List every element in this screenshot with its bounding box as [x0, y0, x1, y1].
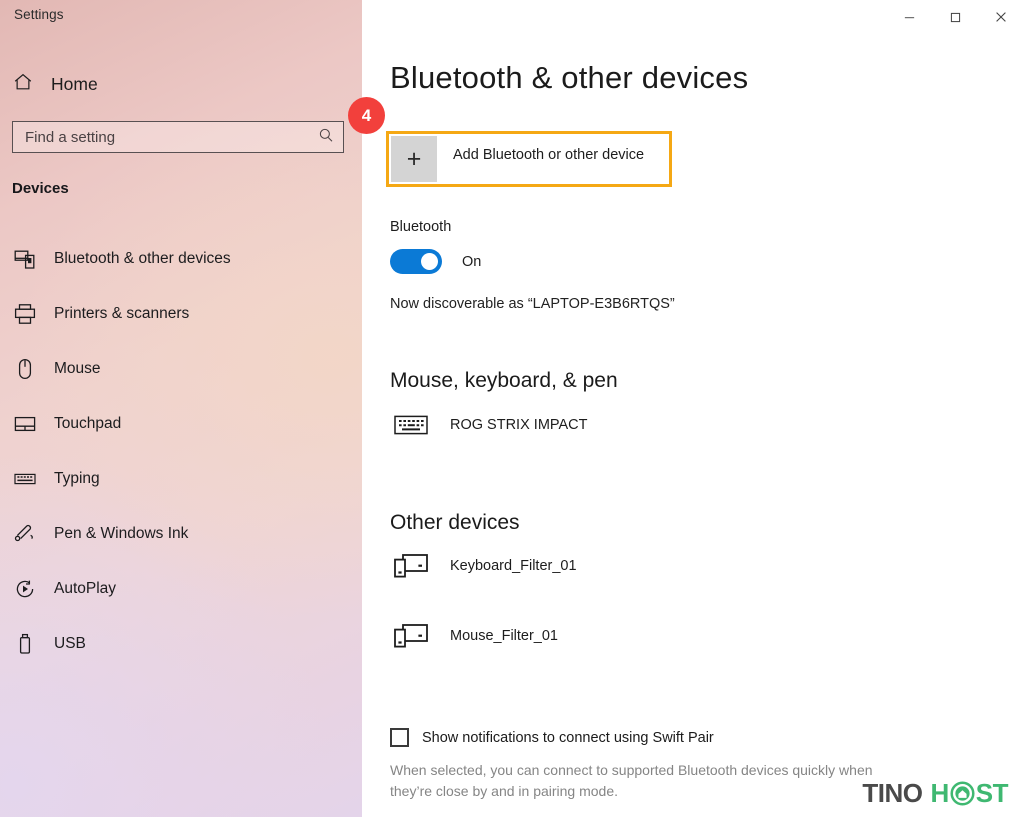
sidebar-item-touchpad[interactable]: Touchpad	[0, 402, 362, 446]
sidebar-item-pen-windows-ink[interactable]: Pen & Windows Ink	[0, 512, 362, 556]
device-label: Mouse_Filter_01	[450, 628, 558, 644]
main-content: Bluetooth & other devices 4 + Add Blueto…	[348, 0, 1024, 817]
toggle-knob	[421, 253, 438, 270]
autoplay-icon	[12, 576, 38, 602]
device-row-rog-strix-impact[interactable]: ROG STRIX IMPACT	[390, 408, 588, 442]
usb-icon	[12, 631, 38, 657]
group-title-mouse-keyboard-pen: Mouse, keyboard, & pen	[390, 369, 618, 392]
watermark-st: ST	[975, 778, 1009, 808]
sidebar-item-bluetooth-other-devices[interactable]: Bluetooth & other devices	[0, 237, 362, 281]
add-device-label: Add Bluetooth or other device	[453, 147, 645, 163]
sidebar-item-autoplay[interactable]: AutoPlay	[0, 567, 362, 611]
discoverable-text: Now discoverable as “LAPTOP-E3B6RTQS”	[390, 296, 675, 312]
swift-pair-description: When selected, you can connect to suppor…	[390, 762, 873, 799]
swift-pair-checkbox[interactable]	[390, 728, 409, 747]
bluetooth-toggle-row[interactable]: On	[390, 249, 481, 274]
pen-icon	[12, 521, 38, 547]
bluetooth-devices-icon	[12, 246, 38, 272]
mouse-icon	[12, 356, 38, 382]
sidebar-item-label: Bluetooth & other devices	[54, 250, 231, 267]
step-badge-4: 4	[348, 97, 385, 134]
sidebar-item-usb[interactable]: USB	[0, 622, 362, 666]
touchpad-icon	[12, 411, 38, 437]
device-row-keyboard-filter-01[interactable]: Keyboard_Filter_01	[390, 549, 577, 583]
search-placeholder: Find a setting	[25, 128, 116, 146]
device-label: ROG STRIX IMPACT	[450, 417, 588, 433]
search-icon[interactable]	[317, 126, 335, 149]
printer-icon	[12, 301, 38, 327]
devices-icon	[390, 549, 432, 583]
sidebar-home-label: Home	[51, 73, 98, 94]
maximize-button[interactable]	[932, 0, 978, 34]
swift-pair-label: Show notifications to connect using Swif…	[422, 729, 714, 746]
close-button[interactable]	[978, 0, 1024, 34]
sidebar-item-home[interactable]: Home	[12, 68, 342, 100]
sidebar-item-label: Pen & Windows Ink	[54, 525, 189, 542]
sidebar-item-label: Mouse	[54, 360, 101, 377]
group-title-other-devices: Other devices	[390, 511, 520, 534]
plus-icon: +	[391, 136, 437, 182]
swift-pair-checkbox-row[interactable]: Show notifications to connect using Swif…	[390, 728, 714, 747]
home-icon	[12, 71, 34, 98]
window-controls	[886, 0, 1024, 34]
sidebar-section-header: Devices	[12, 180, 69, 197]
watermark-logo-icon	[950, 780, 975, 806]
sidebar-item-mouse[interactable]: Mouse	[0, 347, 362, 391]
sidebar-item-label: USB	[54, 635, 86, 652]
sidebar-item-label: Typing	[54, 470, 100, 487]
window-title: Settings	[14, 7, 64, 22]
sidebar-item-label: Touchpad	[54, 415, 122, 432]
sidebar-item-label: AutoPlay	[54, 580, 117, 597]
sidebar-item-label: Printers & scanners	[54, 305, 190, 322]
devices-icon	[390, 619, 432, 653]
sidebar-item-typing[interactable]: Typing	[0, 457, 362, 501]
typing-keyboard-icon	[12, 466, 38, 492]
add-bluetooth-or-other-device-button[interactable]: + Add Bluetooth or other device	[391, 136, 667, 182]
sidebar-item-printers-scanners[interactable]: Printers & scanners	[0, 292, 362, 336]
bluetooth-state-label: On	[462, 253, 482, 270]
tinohost-watermark: TINO H ST	[862, 780, 1008, 806]
search-input[interactable]: Find a setting	[12, 121, 344, 153]
page-title: Bluetooth & other devices	[390, 60, 749, 95]
watermark-tino: TINO	[862, 778, 923, 808]
bluetooth-toggle[interactable]	[390, 249, 442, 274]
device-row-mouse-filter-01[interactable]: Mouse_Filter_01	[390, 619, 558, 653]
minimize-button[interactable]	[886, 0, 932, 34]
settings-window: Settings Home Find a setting Devices Blu…	[0, 0, 1024, 817]
watermark-h: H	[930, 778, 949, 808]
bluetooth-label: Bluetooth	[390, 219, 452, 235]
device-label: Keyboard_Filter_01	[450, 558, 577, 574]
keyboard-icon	[390, 408, 432, 442]
sidebar: Settings Home Find a setting Devices Blu…	[0, 0, 362, 817]
